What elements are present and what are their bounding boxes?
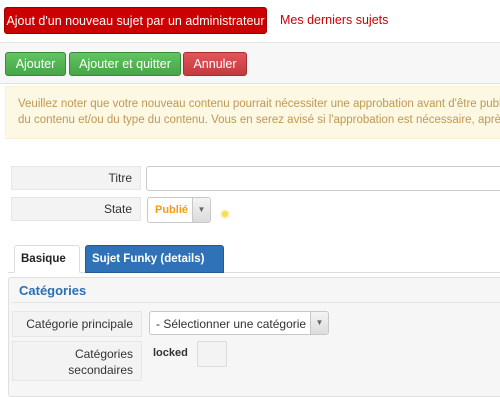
title-input[interactable] <box>146 166 500 191</box>
notice-line-1: Veuillez noter que votre nouveau contenu… <box>18 98 500 110</box>
secondary-label-line-2: secondaires <box>68 363 133 377</box>
categories-legend: Catégories <box>19 283 87 298</box>
status-indicator-icon <box>222 211 228 217</box>
state-select-value: Publié <box>155 204 189 216</box>
secondary-label-line-1: Catégories <box>74 347 133 361</box>
action-toolbar: Ajouter Ajouter et quitter Annuler <box>0 43 500 84</box>
legend-divider <box>12 302 500 303</box>
state-label: State <box>11 197 141 221</box>
tab-funky-details[interactable]: Sujet Funky (details) <box>85 245 224 273</box>
add-and-quit-button[interactable]: Ajouter et quitter <box>69 52 181 76</box>
add-button[interactable]: Ajouter <box>5 52 66 76</box>
chevron-down-icon: ▼ <box>192 198 210 222</box>
state-select[interactable]: Publié ▼ <box>147 197 211 223</box>
title-label: Titre <box>11 166 141 190</box>
approval-notice: Veuillez noter que votre nouveau contenu… <box>5 86 500 139</box>
cancel-button[interactable]: Annuler <box>183 52 247 76</box>
tab-basic[interactable]: Basique <box>14 245 80 273</box>
primary-category-select[interactable]: - Sélectionner une catégorie - ▼ <box>149 311 329 335</box>
locked-text: locked <box>153 347 188 359</box>
tab-add-topic-admin[interactable]: Ajout d'un nouveau sujet par un administ… <box>4 7 267 34</box>
top-tab-bar: Ajout d'un nouveau sujet par un administ… <box>0 0 500 43</box>
notice-line-2: du contenu et/ou du type du contenu. Vou… <box>18 114 500 126</box>
primary-category-label: Catégorie principale <box>12 311 142 337</box>
primary-category-value: - Sélectionner une catégorie - <box>156 317 314 331</box>
secondary-categories-label: Catégories secondaires <box>12 341 142 381</box>
chevron-down-icon: ▼ <box>310 312 328 334</box>
my-latest-topics-link[interactable]: Mes derniers sujets <box>280 13 388 27</box>
secondary-categories-locked-field <box>197 341 227 367</box>
content-tabs: Basique Sujet Funky (details) <box>8 245 500 273</box>
